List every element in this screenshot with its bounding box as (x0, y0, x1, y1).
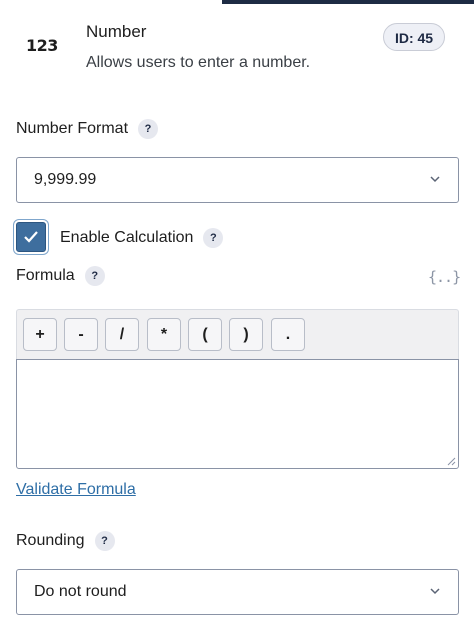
rounding-label-text: Rounding (16, 532, 85, 549)
operator-plus-button[interactable]: + (23, 318, 57, 351)
formula-textarea[interactable] (16, 359, 459, 469)
operator-close-paren-button[interactable]: ) (229, 318, 263, 351)
help-icon[interactable]: ? (138, 119, 159, 139)
number-format-label: Number Format ? (16, 119, 159, 139)
enable-calculation-label: Enable Calculation ? (60, 228, 224, 248)
field-title: Number (86, 22, 147, 41)
formula-operator-toolbar: + - / * ( ) . (16, 309, 459, 359)
help-icon[interactable]: ? (94, 531, 115, 551)
validate-formula-link[interactable]: Validate Formula (16, 481, 136, 499)
rounding-select[interactable]: Do not round (16, 569, 459, 615)
resize-handle-icon[interactable] (446, 456, 456, 466)
field-id-badge: ID: 45 (383, 23, 445, 51)
number-field-icon: 123 (26, 36, 58, 55)
top-accent-bar (222, 0, 474, 4)
rounding-label: Rounding ? (16, 531, 115, 551)
enable-calculation-checkbox[interactable] (16, 222, 46, 252)
number-format-select[interactable]: 9,999.99 (16, 157, 459, 203)
operator-multiply-button[interactable]: * (147, 318, 181, 351)
help-icon[interactable]: ? (84, 266, 105, 286)
formula-label-text: Formula (16, 267, 75, 284)
chevron-down-icon (430, 588, 440, 595)
operator-divide-button[interactable]: / (105, 318, 139, 351)
number-format-value: 9,999.99 (34, 171, 97, 188)
checkmark-icon (24, 231, 38, 243)
rounding-value: Do not round (34, 583, 127, 600)
formula-label: Formula ? (16, 266, 105, 286)
field-description: Allows users to enter a number. (86, 54, 311, 71)
merge-tag-icon[interactable]: {..} (428, 268, 461, 286)
help-icon[interactable]: ? (203, 228, 224, 248)
number-format-label-text: Number Format (16, 120, 129, 137)
operator-open-paren-button[interactable]: ( (188, 318, 222, 351)
chevron-down-icon (430, 176, 440, 183)
operator-decimal-button[interactable]: . (271, 318, 305, 351)
operator-minus-button[interactable]: - (64, 318, 98, 351)
enable-calculation-text: Enable Calculation (60, 229, 194, 246)
